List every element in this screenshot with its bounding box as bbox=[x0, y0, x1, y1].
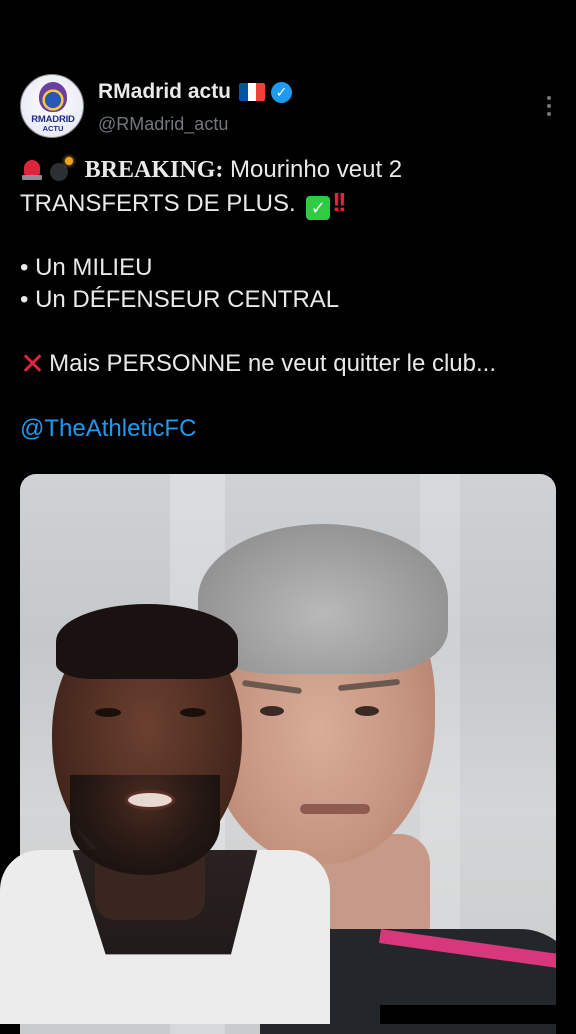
cross-mark-icon: ✕ bbox=[20, 348, 46, 381]
user-handle[interactable]: @RMadrid_actu bbox=[98, 114, 228, 135]
headline-continuation: TRANSFERTS DE PLUS. bbox=[20, 190, 296, 217]
tweet-line-2: TRANSFERTS DE PLUS. ✓!! bbox=[20, 186, 560, 220]
tweet-note: ✕ Mais PERSONNE ne veut quitter le club..… bbox=[20, 348, 560, 381]
avatar-logo-subtext: ACTU bbox=[42, 124, 64, 133]
avatar[interactable]: RMADRID ACTU bbox=[20, 74, 84, 138]
more-options-icon[interactable] bbox=[546, 96, 552, 116]
note-text: Mais PERSONNE ne veut quitter le club... bbox=[49, 350, 496, 377]
tweet-text: BREAKING: Mourinho veut 2 TRANSFERTS DE … bbox=[20, 154, 560, 445]
headline-text: Mourinho veut 2 bbox=[223, 156, 403, 183]
double-exclamation-icon: !! bbox=[332, 187, 346, 217]
bullet-item: • Un MILIEU bbox=[20, 254, 153, 281]
name-row: RMadrid actu ✓ bbox=[98, 80, 293, 104]
bullet-item: • Un DÉFENSEUR CENTRAL bbox=[20, 286, 340, 313]
check-mark-button-icon: ✓ bbox=[306, 196, 331, 220]
breaking-label: BREAKING: bbox=[84, 157, 224, 183]
tweet-card[interactable]: RMADRID ACTU RMadrid actu ✓ @RMadrid_act… bbox=[0, 0, 576, 1034]
tweet-line-1: BREAKING: Mourinho veut 2 bbox=[20, 154, 560, 186]
france-flag-icon bbox=[239, 83, 266, 101]
mention-line: @TheAthleticFC bbox=[20, 413, 560, 445]
mention-link[interactable]: @TheAthleticFC bbox=[20, 415, 196, 442]
bomb-icon bbox=[48, 157, 74, 181]
real-madrid-crest-icon bbox=[39, 82, 67, 112]
display-name[interactable]: RMadrid actu bbox=[98, 80, 231, 104]
police-light-icon bbox=[20, 157, 44, 181]
tweet-header: RMADRID ACTU RMadrid actu ✓ @RMadrid_act… bbox=[20, 74, 560, 144]
verified-badge-icon[interactable]: ✓ bbox=[271, 81, 293, 103]
